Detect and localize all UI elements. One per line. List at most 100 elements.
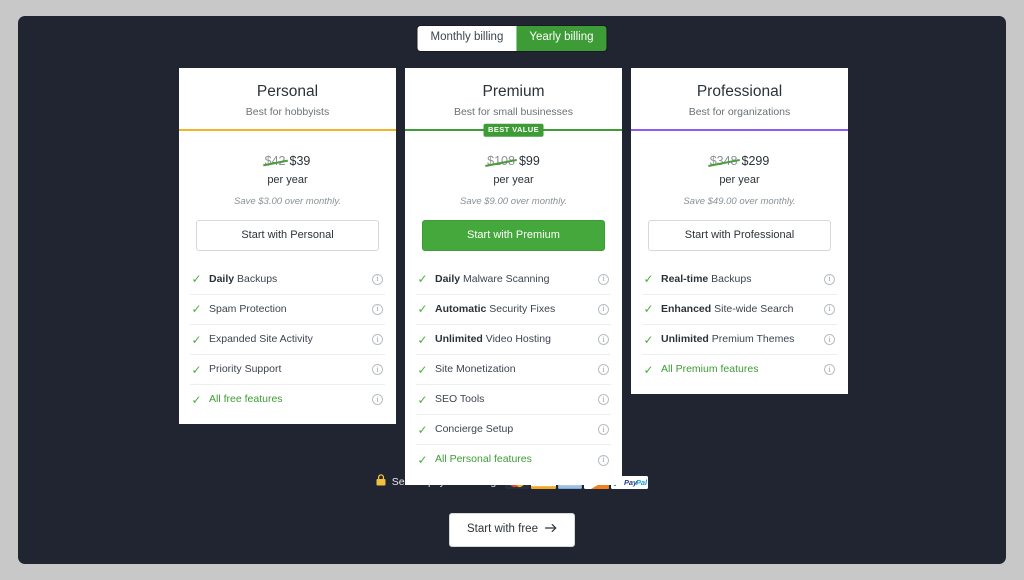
cta-wrapper: Start with Professional xyxy=(631,208,848,265)
info-icon[interactable]: i xyxy=(372,334,383,346)
feature-label-rest: Backups xyxy=(708,272,752,285)
price-block: $108 $99 per year Save $9.00 over monthly. xyxy=(405,131,622,207)
best-value-badge: BEST VALUE xyxy=(483,123,544,137)
price-block: $348 $299 per year Save $49.00 over monthly… xyxy=(631,131,848,207)
feature-label-rest: Backups xyxy=(234,272,278,285)
feature-row: ✓ Enhanced Site-wide Search i xyxy=(642,293,837,324)
savings-note: Save $49.00 over monthly. xyxy=(683,196,796,208)
feature-row: ✓ All free features i xyxy=(190,384,385,414)
feature-label-rest: Security Fixes xyxy=(486,302,556,315)
info-icon[interactable]: i xyxy=(598,454,609,466)
price-line: $42 $39 xyxy=(189,154,386,169)
price-period: per year xyxy=(267,173,308,186)
feature-label-emphasis: Unlimited xyxy=(435,332,483,345)
feature-list: ✓ Daily Backups i ✓ Spam Protection i ✓ Expande… xyxy=(179,265,396,425)
info-icon[interactable]: i xyxy=(598,424,609,436)
info-icon[interactable]: i xyxy=(824,364,835,376)
check-icon: ✓ xyxy=(417,422,428,437)
cta-wrapper: Start with Premium xyxy=(405,208,622,265)
feature-label-emphasis: Real-time xyxy=(661,272,709,285)
feature-label-rest: Expanded Site Activity xyxy=(209,332,313,345)
info-icon[interactable]: i xyxy=(372,394,383,406)
check-icon: ✓ xyxy=(417,453,428,468)
feature-label: Unlimited Premium Themes xyxy=(661,333,817,346)
cta-premium-button[interactable]: Start with Premium xyxy=(422,219,605,251)
feature-row: ✓ Real-time Backups i xyxy=(642,265,837,294)
price-period: per year xyxy=(493,173,534,186)
start-with-free-button[interactable]: Start with free xyxy=(449,513,575,547)
pricing-card-premium: Premium Best for small businesses BEST VAL… xyxy=(405,68,622,485)
price-original: $108 xyxy=(487,154,515,169)
info-icon[interactable]: i xyxy=(824,303,835,315)
pricing-card-personal: Personal Best for hobbyists $42 $39 per year… xyxy=(179,68,396,425)
price-current: $99 xyxy=(518,154,540,169)
feature-row: ✓ Spam Protection i xyxy=(190,293,385,324)
feature-row: ✓ Expanded Site Activity i xyxy=(190,323,385,354)
feature-list: ✓ Real-time Backups i ✓ Enhanced Site-wide S… xyxy=(631,265,848,395)
feature-label: All Personal features xyxy=(435,453,591,466)
feature-label: Spam Protection xyxy=(209,303,365,316)
plan-tagline: Best for hobbyists xyxy=(245,105,330,118)
feature-row: ✓ All Premium features i xyxy=(642,354,837,384)
card-header: Premium Best for small businesses xyxy=(405,68,622,129)
cta-personal-button[interactable]: Start with Personal xyxy=(196,219,379,251)
info-icon[interactable]: i xyxy=(372,273,383,285)
feature-label: Daily Backups xyxy=(209,273,365,286)
check-icon: ✓ xyxy=(191,272,202,287)
feature-label-rest: Malware Scanning xyxy=(460,272,550,285)
feature-label: All Premium features xyxy=(661,363,817,376)
plan-tagline: Best for small businesses xyxy=(453,105,574,118)
feature-label-rest: All Premium features xyxy=(661,363,759,376)
info-icon[interactable]: i xyxy=(598,273,609,285)
start-with-free-label: Start with free xyxy=(467,523,538,535)
check-icon: ✓ xyxy=(643,272,654,287)
info-icon[interactable]: i xyxy=(372,303,383,315)
savings-note: Save $9.00 over monthly. xyxy=(459,196,568,208)
feature-label-rest: Concierge Setup xyxy=(435,423,514,436)
feature-label-rest: All Personal features xyxy=(435,453,532,466)
feature-row: ✓ Unlimited Premium Themes i xyxy=(642,323,837,354)
feature-list: ✓ Daily Malware Scanning i ✓ Automatic Secur… xyxy=(405,265,622,485)
feature-label-emphasis: Daily xyxy=(209,272,235,285)
info-icon[interactable]: i xyxy=(598,364,609,376)
feature-label: Automatic Security Fixes xyxy=(435,303,591,316)
feature-label: Daily Malware Scanning xyxy=(435,273,591,286)
feature-label-rest: Spam Protection xyxy=(209,302,287,315)
price-block: $42 $39 per year Save $3.00 over monthly. xyxy=(179,131,396,207)
info-icon[interactable]: i xyxy=(824,334,835,346)
feature-label-rest: Video Hosting xyxy=(482,332,551,345)
cta-professional-button[interactable]: Start with Professional xyxy=(648,219,831,251)
savings-note: Save $3.00 over monthly. xyxy=(233,196,342,208)
feature-label: Enhanced Site-wide Search xyxy=(661,303,817,316)
feature-row: ✓ Unlimited Video Hosting i xyxy=(416,323,611,354)
feature-label-emphasis: Unlimited xyxy=(661,332,709,345)
info-icon[interactable]: i xyxy=(598,394,609,406)
check-icon: ✓ xyxy=(191,332,202,347)
info-icon[interactable]: i xyxy=(598,334,609,346)
check-icon: ✓ xyxy=(417,332,428,347)
feature-label-emphasis: Automatic xyxy=(435,302,487,315)
billing-period-toggle[interactable]: Monthly billing Yearly billing xyxy=(417,26,607,51)
free-cta-row: Start with free xyxy=(18,513,1006,547)
feature-row: ✓ SEO Tools i xyxy=(416,384,611,414)
feature-label-emphasis: Enhanced xyxy=(661,302,712,315)
price-current: $39 xyxy=(289,154,311,169)
info-icon[interactable]: i xyxy=(598,303,609,315)
price-line: $108 $99 xyxy=(415,154,612,169)
toggle-monthly-billing[interactable]: Monthly billing xyxy=(417,26,517,51)
feature-row: ✓ Automatic Security Fixes i xyxy=(416,293,611,324)
feature-label-emphasis: Daily xyxy=(435,272,461,285)
check-icon: ✓ xyxy=(643,362,654,377)
card-accent-line: BEST VALUE xyxy=(405,123,622,137)
svg-text:Pal: Pal xyxy=(636,478,648,487)
pricing-card-professional: Professional Best for organizations $348 $2… xyxy=(631,68,848,395)
price-original: $348 xyxy=(709,154,738,169)
feature-label: Real-time Backups xyxy=(661,273,817,286)
cta-wrapper: Start with Personal xyxy=(179,208,396,265)
check-icon: ✓ xyxy=(417,362,428,377)
info-icon[interactable]: i xyxy=(372,364,383,376)
info-icon[interactable]: i xyxy=(824,273,835,285)
price-line: $348 $299 xyxy=(641,154,838,169)
browser-viewport: Monthly billing Yearly billing Personal B… xyxy=(18,16,1006,564)
toggle-yearly-billing[interactable]: Yearly billing xyxy=(516,26,607,51)
